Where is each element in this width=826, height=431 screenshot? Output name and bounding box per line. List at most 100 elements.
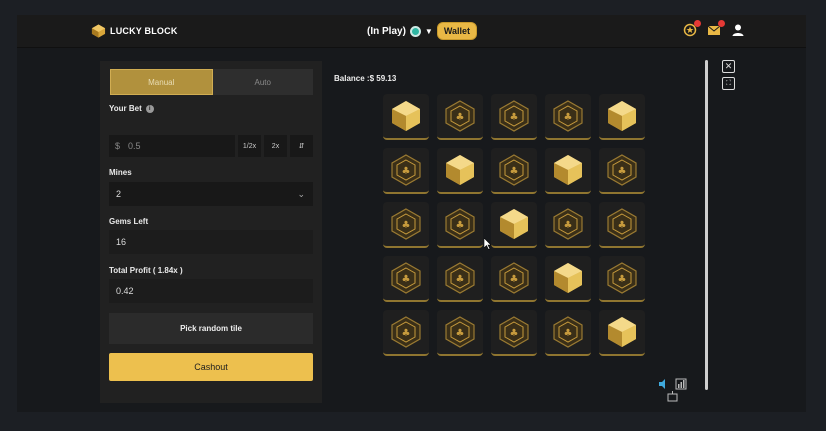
gem-icon — [446, 155, 474, 185]
svg-text:♣: ♣ — [402, 220, 411, 231]
mines-value: 2 — [116, 189, 122, 199]
gem-tile[interactable] — [599, 310, 645, 356]
rewards-icon[interactable] — [683, 20, 701, 37]
gem-tile[interactable] — [545, 256, 591, 302]
pick-random-tile-button[interactable]: Pick random tile — [109, 313, 313, 344]
gem-icon — [608, 317, 636, 347]
lucky-block-icon: ♣ — [553, 208, 583, 240]
gem-icon — [500, 209, 528, 239]
hidden-tile[interactable]: ♣ — [383, 310, 429, 356]
gem-icon — [554, 155, 582, 185]
svg-text:♣: ♣ — [456, 274, 465, 285]
chevron-down-icon[interactable]: ▼ — [425, 27, 433, 36]
hidden-tile[interactable]: ♣ — [491, 94, 537, 140]
lucky-block-icon: ♣ — [499, 154, 529, 186]
close-icon[interactable]: ✕ — [722, 60, 735, 73]
lucky-block-icon: ♣ — [607, 208, 637, 240]
lucky-block-icon: ♣ — [553, 316, 583, 348]
hidden-tile[interactable]: ♣ — [383, 148, 429, 194]
logo-text: LUCKY BLOCK — [110, 26, 178, 36]
hidden-tile[interactable]: ♣ — [545, 202, 591, 248]
hidden-tile[interactable]: ♣ — [437, 202, 483, 248]
svg-text:♣: ♣ — [510, 166, 519, 177]
hidden-tile[interactable]: ♣ — [545, 94, 591, 140]
bet-stepper-icon[interactable]: ⇵ — [290, 135, 313, 157]
mode-tabs: Manual Auto — [110, 69, 313, 95]
header-icons — [683, 20, 745, 37]
notification-dot — [694, 20, 701, 27]
half-bet-button[interactable]: 1/2x — [238, 135, 261, 157]
in-play-status: (In Play) — [367, 25, 406, 37]
bet-amount-input[interactable]: $ 0.5 — [109, 135, 235, 157]
lucky-block-icon: ♣ — [499, 316, 529, 348]
info-icon[interactable]: i — [145, 104, 154, 113]
gem-icon — [554, 263, 582, 293]
gem-tile[interactable] — [383, 94, 429, 140]
hidden-tile[interactable]: ♣ — [599, 256, 645, 302]
svg-text:♣: ♣ — [402, 328, 411, 339]
hidden-tile[interactable]: ♣ — [491, 256, 537, 302]
your-bet-label: Your Bet i — [109, 104, 154, 113]
gem-tile[interactable] — [437, 148, 483, 194]
notification-dot — [718, 20, 725, 27]
gem-tile[interactable] — [491, 202, 537, 248]
mail-icon[interactable] — [707, 20, 725, 37]
lucky-block-icon: ♣ — [445, 208, 475, 240]
sound-stats-icons[interactable] — [657, 377, 697, 403]
lucky-block-icon: ♣ — [607, 262, 637, 294]
lucky-block-icon: ♣ — [445, 100, 475, 132]
logo[interactable]: LUCKY BLOCK — [91, 23, 178, 39]
bet-amount-value: 0.5 — [128, 141, 141, 151]
lucky-block-icon: ♣ — [553, 100, 583, 132]
svg-text:♣: ♣ — [564, 220, 573, 231]
coin-icon[interactable] — [409, 25, 421, 37]
hidden-tile[interactable]: ♣ — [545, 310, 591, 356]
lucky-block-icon: ♣ — [445, 316, 475, 348]
hidden-tile[interactable]: ♣ — [491, 310, 537, 356]
svg-text:♣: ♣ — [456, 112, 465, 123]
hidden-tile[interactable]: ♣ — [491, 148, 537, 194]
your-bet-label-text: Your Bet — [109, 104, 142, 113]
currency-symbol: $ — [115, 141, 121, 151]
game-frame: LUCKY BLOCK (In Play) ▼ Wallet Manual Au… — [17, 15, 806, 412]
hidden-tile[interactable]: ♣ — [383, 202, 429, 248]
hidden-tile[interactable]: ♣ — [383, 256, 429, 302]
tab-manual[interactable]: Manual — [110, 69, 213, 95]
wallet-button[interactable]: Wallet — [436, 22, 477, 40]
svg-text:♣: ♣ — [564, 328, 573, 339]
balance-nav: (In Play) ▼ Wallet — [367, 22, 477, 40]
bottom-icons — [657, 377, 697, 408]
hidden-tile[interactable]: ♣ — [599, 148, 645, 194]
svg-text:♣: ♣ — [402, 166, 411, 177]
mines-label: Mines — [109, 168, 132, 177]
balance-display: Balance :$ 59.13 — [334, 74, 397, 83]
fullscreen-icon[interactable]: ⛶ — [722, 77, 735, 90]
lucky-block-icon: ♣ — [391, 316, 421, 348]
svg-text:♣: ♣ — [510, 112, 519, 123]
gem-tile[interactable] — [599, 94, 645, 140]
svg-text:♣: ♣ — [402, 274, 411, 285]
scrollbar[interactable] — [705, 60, 708, 390]
svg-text:♣: ♣ — [456, 220, 465, 231]
mines-grid: ♣ ♣ ♣ ♣ ♣ ♣ ♣ ♣ ♣ ♣ ♣ ♣ ♣ ♣ ♣ ♣ ♣ ♣ — [383, 94, 645, 356]
double-bet-button[interactable]: 2x — [264, 135, 287, 157]
gem-tile[interactable] — [545, 148, 591, 194]
lucky-block-icon: ♣ — [391, 154, 421, 186]
tab-auto[interactable]: Auto — [213, 69, 314, 95]
hidden-tile[interactable]: ♣ — [437, 310, 483, 356]
hidden-tile[interactable]: ♣ — [599, 202, 645, 248]
lucky-block-logo-icon — [91, 24, 106, 38]
user-icon[interactable] — [731, 23, 745, 37]
bet-row: $ 0.5 1/2x 2x ⇵ — [109, 135, 313, 157]
mines-select[interactable]: 2 ⌄ — [109, 182, 313, 206]
svg-text:♣: ♣ — [510, 328, 519, 339]
hidden-tile[interactable]: ♣ — [437, 94, 483, 140]
gems-left-field: 16 — [109, 230, 313, 254]
svg-text:♣: ♣ — [510, 274, 519, 285]
total-profit-label: Total Profit ( 1.84x ) — [109, 266, 183, 275]
lucky-block-icon: ♣ — [391, 262, 421, 294]
cashout-button[interactable]: Cashout — [109, 353, 313, 381]
lucky-block-icon: ♣ — [499, 100, 529, 132]
svg-text:♣: ♣ — [564, 112, 573, 123]
hidden-tile[interactable]: ♣ — [437, 256, 483, 302]
